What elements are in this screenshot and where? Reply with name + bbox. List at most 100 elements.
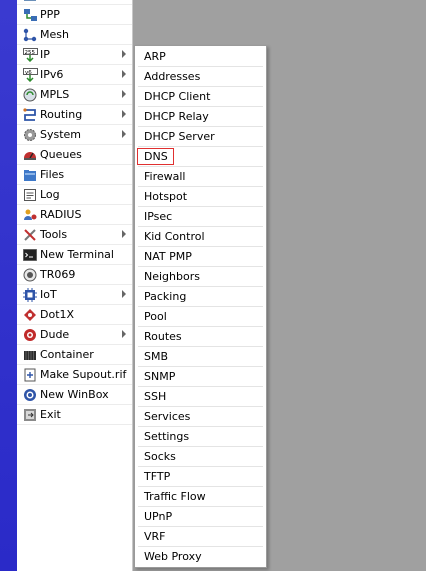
main-sidebar: PPP Mesh 255 IP v6 IPv6 MPLS Routing Sys… [17,0,133,571]
submenu-item-addresses[interactable]: Addresses [135,67,266,87]
submenu-item-socks[interactable]: Socks [135,447,266,467]
sidebar-item-queues[interactable]: Queues [17,145,132,165]
sidebar-item-log[interactable]: Log [17,185,132,205]
sidebar-item-radius[interactable]: RADIUS [17,205,132,225]
submenu-item-kid-control[interactable]: Kid Control [135,227,266,247]
sidebar-item-exit[interactable]: Exit [17,405,132,425]
submenu-item-traffic-flow[interactable]: Traffic Flow [135,487,266,507]
tr069-icon [22,267,38,283]
submenu-item-web-proxy[interactable]: Web Proxy [135,547,266,567]
submenu-item-dhcp-server[interactable]: DHCP Server [135,127,266,147]
submenu-item-routes[interactable]: Routes [135,327,266,347]
sidebar-item-label: New Terminal [40,247,114,261]
folder-icon [22,167,38,183]
sidebar-item-system[interactable]: System [17,125,132,145]
submenu-arrow-icon [122,70,126,78]
submenu-item-label: IPsec [144,210,173,223]
submenu-item-neighbors[interactable]: Neighbors [135,267,266,287]
sidebar-item-mpls[interactable]: MPLS [17,85,132,105]
sidebar-item-ip[interactable]: 255 IP [17,45,132,65]
sidebar-item-new-terminal[interactable]: New Terminal [17,245,132,265]
winbox-icon [22,387,38,403]
sidebar-item-ppp[interactable]: PPP [17,5,132,25]
sidebar-item-label: Mesh [40,27,69,41]
submenu-item-vrf[interactable]: VRF [135,527,266,547]
submenu-item-services[interactable]: Services [135,407,266,427]
submenu-item-tftp[interactable]: TFTP [135,467,266,487]
submenu-item-dhcp-relay[interactable]: DHCP Relay [135,107,266,127]
submenu-item-label: DHCP Relay [144,110,209,123]
submenu-item-label: Socks [144,450,176,463]
sidebar-item-mesh[interactable]: Mesh [17,25,132,45]
sidebar-item-label: Exit [40,407,61,421]
sidebar-item-routing[interactable]: Routing [17,105,132,125]
sidebar-item-label: New WinBox [40,387,109,401]
submenu-item-label: SNMP [144,370,176,383]
sidebar-item-iot[interactable]: IoT [17,285,132,305]
mpls-icon [22,87,38,103]
sidebar-item-tools[interactable]: Tools [17,225,132,245]
submenu-item-dhcp-client[interactable]: DHCP Client [135,87,266,107]
submenu-item-nat-pmp[interactable]: NAT PMP [135,247,266,267]
submenu-item-dns[interactable]: DNS [135,147,266,167]
sidebar-item-label: Routing [40,107,83,121]
gear-icon [22,127,38,143]
sidebar-item-label: IoT [40,287,57,301]
dude-icon [22,327,38,343]
sidebar-item-label: Files [40,167,65,181]
log-icon [22,187,38,203]
iot-icon [22,287,38,303]
sidebar-item-dude[interactable]: Dude [17,325,132,345]
window-side-strip [0,0,17,571]
terminal-icon [22,247,38,263]
submenu-item-settings[interactable]: Settings [135,427,266,447]
sidebar-item-new-winbox[interactable]: New WinBox [17,385,132,405]
submenu-item-label: Firewall [144,170,186,183]
submenu-item-label: Hotspot [144,190,188,203]
ipv6-icon: v6 [22,67,38,83]
submenu-item-label: Web Proxy [144,550,202,563]
submenu-arrow-icon [122,230,126,238]
submenu-item-ssh[interactable]: SSH [135,387,266,407]
sidebar-item-label: MPLS [40,87,70,101]
sidebar-item-files[interactable]: Files [17,165,132,185]
submenu-item-label: Neighbors [144,270,200,283]
sidebar-item-label: Make Supout.rif [40,367,127,381]
dot1x-icon [22,307,38,323]
radius-icon [22,207,38,223]
sidebar-item-ipv6[interactable]: v6 IPv6 [17,65,132,85]
sidebar-item-label: Dude [40,327,70,341]
partial-icon [22,0,38,3]
submenu-item-firewall[interactable]: Firewall [135,167,266,187]
submenu-item-arp[interactable]: ARP [135,47,266,67]
sidebar-item-tr069[interactable]: TR069 [17,265,132,285]
supout-icon [22,367,38,383]
ppp-icon [22,7,38,23]
sidebar-item-label: Container [40,347,94,361]
submenu-item-label: Settings [144,430,190,443]
submenu-item-hotspot[interactable]: Hotspot [135,187,266,207]
submenu-item-label: Packing [144,290,187,303]
submenu-arrow-icon [122,290,126,298]
submenu-item-label: Pool [144,310,167,323]
sidebar-item-label: Dot1X [40,307,75,321]
submenu-item-label: DNS [144,150,168,163]
submenu-item-pool[interactable]: Pool [135,307,266,327]
submenu-item-label: SMB [144,350,169,363]
submenu-arrow-icon [122,50,126,58]
submenu-item-packing[interactable]: Packing [135,287,266,307]
submenu-item-label: Routes [144,330,182,343]
submenu-item-snmp[interactable]: SNMP [135,367,266,387]
sidebar-item-dot1x[interactable]: Dot1X [17,305,132,325]
submenu-item-label: TFTP [144,470,171,483]
sidebar-item-make-supout[interactable]: Make Supout.rif [17,365,132,385]
submenu-arrow-icon [122,130,126,138]
submenu-item-label: UPnP [144,510,173,523]
sidebar-item-label: Log [40,187,60,201]
submenu-item-label: DHCP Client [144,90,211,103]
sidebar-item-container[interactable]: Container [17,345,132,365]
submenu-item-smb[interactable]: SMB [135,347,266,367]
submenu-item-upnp[interactable]: UPnP [135,507,266,527]
submenu-item-label: Addresses [144,70,201,83]
submenu-item-ipsec[interactable]: IPsec [135,207,266,227]
